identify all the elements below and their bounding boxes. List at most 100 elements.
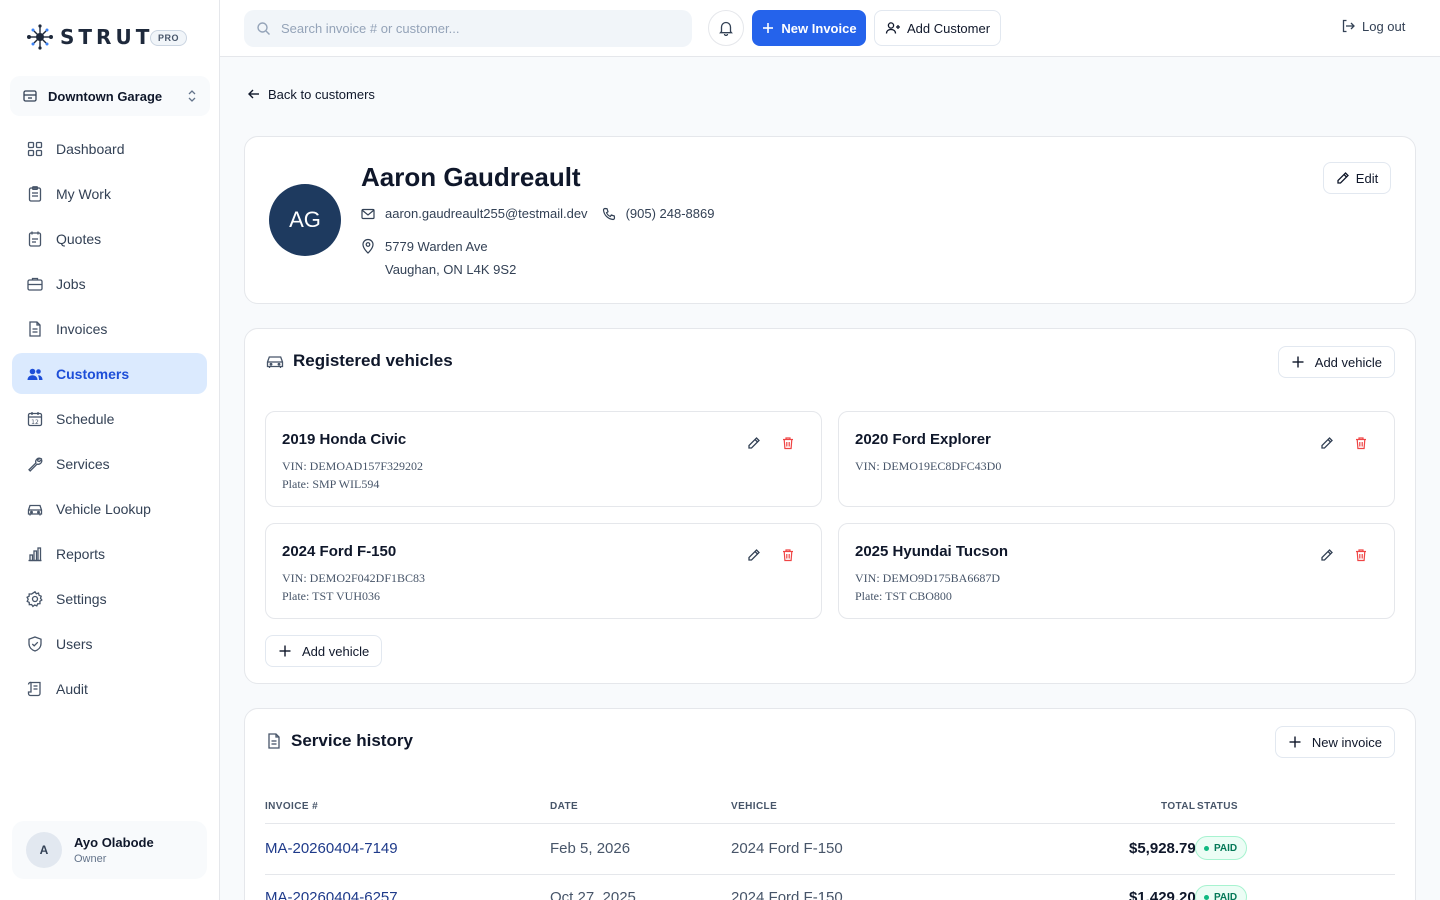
edit-vehicle-icon[interactable] (747, 436, 761, 450)
delete-vehicle-icon[interactable] (1354, 548, 1368, 562)
notifications-button[interactable] (708, 10, 744, 46)
add-customer-button[interactable]: Add Customer (874, 10, 1001, 46)
avatar: A (26, 832, 62, 868)
car-icon (266, 356, 284, 368)
location-switcher[interactable]: Downtown Garage (10, 76, 210, 116)
sidebar-item-users[interactable]: Users (12, 623, 207, 664)
plus-icon (1289, 736, 1301, 748)
edit-label: Edit (1355, 170, 1379, 186)
customer-address: 5779 Warden Ave Vaughan, ON L4K 9S2 (361, 235, 516, 281)
registered-vehicles-card: Registered vehicles Add vehicle 2019 Hon… (244, 328, 1416, 684)
search-icon (257, 22, 270, 35)
logout-button[interactable]: Log out (1340, 18, 1405, 34)
invoice-number-link[interactable]: MA-20260404-6257 (265, 889, 398, 900)
add-vehicle-label: Add vehicle (1314, 354, 1382, 370)
delete-vehicle-icon[interactable] (1354, 436, 1368, 450)
edit-vehicle-icon[interactable] (1320, 548, 1334, 562)
invoice-date: Feb 5, 2026 (550, 840, 631, 857)
sidebar-item-quotes[interactable]: Quotes (12, 218, 207, 259)
vehicle-title: 2019 Honda Civic (282, 431, 407, 448)
sidebar-nav: Dashboard My Work Quotes Jobs Invoices C… (12, 128, 207, 713)
new-invoice-button[interactable]: New Invoice (752, 10, 866, 46)
status-text: PAID (1214, 891, 1238, 900)
sidebar-item-schedule[interactable]: 12 Schedule (12, 398, 207, 439)
vehicle-vin: VIN: DEMO9D175BA6687D (855, 571, 1000, 585)
back-label: Back to customers (268, 86, 375, 102)
address-line-2: Vaughan, ON L4K 9S2 (385, 262, 517, 277)
sidebar-item-reports[interactable]: Reports (12, 533, 207, 574)
customer-profile-card: AG Aaron Gaudreault aaron.gaudreault255@… (244, 136, 1416, 304)
vehicle-title: 2025 Hyundai Tucson (855, 543, 1009, 560)
edit-customer-button[interactable]: Edit (1323, 162, 1391, 194)
column-header-total[interactable]: TOTAL (1161, 801, 1195, 812)
add-vehicle-label: Add vehicle (302, 643, 370, 659)
new-invoice-section-button[interactable]: New invoice (1274, 726, 1395, 758)
sidebar-item-services[interactable]: Services (12, 443, 207, 484)
topbar: New Invoice Add Customer Log out (220, 0, 1440, 57)
sidebar-item-label: Reports (56, 545, 106, 562)
divider (265, 823, 1395, 824)
column-header-status[interactable]: STATUS (1197, 801, 1238, 812)
status-badge: PAID (1195, 836, 1248, 860)
scroll-icon (27, 681, 41, 696)
vehicle-vin: VIN: DEMO2F042DF1BC83 (282, 571, 426, 585)
sidebar-item-label: Customers (56, 365, 130, 382)
sidebar-item-label: Users (56, 635, 93, 652)
plus-icon (279, 645, 291, 657)
search-input[interactable] (281, 21, 661, 36)
sidebar-item-label: My Work (56, 185, 111, 202)
edit-vehicle-icon[interactable] (1320, 436, 1334, 450)
edit-vehicle-icon[interactable] (747, 548, 761, 562)
status-text: PAID (1214, 842, 1238, 854)
invoice-number-link[interactable]: MA-20260404-7149 (265, 840, 398, 857)
dashboard-icon (27, 141, 43, 156)
add-vehicle-button[interactable]: Add vehicle (1277, 346, 1395, 378)
column-header-date[interactable]: DATE (550, 801, 578, 812)
history-title: Service history (291, 731, 413, 750)
back-to-customers-link[interactable]: Back to customers (246, 86, 375, 102)
logout-icon (1342, 19, 1355, 33)
sidebar-item-label: Quotes (56, 230, 102, 247)
vehicle-card[interactable]: 2019 Honda Civic VIN: DEMOAD157F329202 P… (265, 411, 822, 507)
delete-vehicle-icon[interactable] (781, 436, 795, 450)
bar-chart-icon (28, 546, 42, 561)
add-vehicle-bottom-button[interactable]: Add vehicle (265, 635, 383, 667)
invoice-date: Oct 27, 2025 (550, 889, 636, 900)
sidebar-item-audit[interactable]: Audit (12, 668, 207, 709)
column-header-vehicle[interactable]: VEHICLE (731, 801, 777, 812)
vehicle-card[interactable]: 2020 Ford Explorer VIN: DEMO19EC8DFC43D0 (838, 411, 1395, 507)
pencil-icon (1337, 172, 1349, 184)
sidebar-item-dashboard[interactable]: Dashboard (12, 128, 207, 169)
vehicle-card[interactable]: 2025 Hyundai Tucson VIN: DEMO9D175BA6687… (838, 523, 1395, 619)
search-box (244, 10, 692, 47)
user-profile[interactable]: A Ayo Olabode Owner (12, 821, 207, 879)
vehicles-title: Registered vehicles (293, 351, 453, 370)
invoice-total: $1,429.20 (1129, 889, 1196, 900)
sidebar-item-vehicle-lookup[interactable]: Vehicle Lookup (12, 488, 207, 529)
service-history-card: Service history New invoice INVOICE # DA… (244, 708, 1416, 900)
pro-badge: PRO (150, 30, 188, 46)
section-heading: Registered vehicles (265, 351, 453, 371)
vehicle-vin: VIN: DEMOAD157F329202 (282, 459, 423, 473)
vehicle-card[interactable]: 2024 Ford F-150 VIN: DEMO2F042DF1BC83 Pl… (265, 523, 822, 619)
sidebar-item-customers[interactable]: Customers (12, 353, 207, 394)
logo[interactable]: STRUT (26, 24, 153, 50)
address-line-1: 5779 Warden Ave (385, 239, 488, 254)
sidebar-item-jobs[interactable]: Jobs (12, 263, 207, 304)
sidebar-item-invoices[interactable]: Invoices (12, 308, 207, 349)
add-customer-label: Add Customer (906, 20, 991, 36)
sidebar-item-label: Vehicle Lookup (56, 500, 151, 517)
vehicle-vin: VIN: DEMO19EC8DFC43D0 (855, 459, 1002, 473)
svg-text:12: 12 (31, 419, 39, 426)
sidebar-item-label: Invoices (56, 320, 108, 337)
quote-icon (28, 231, 42, 247)
map-pin-icon (362, 238, 374, 254)
calendar-icon: 12 (27, 411, 43, 426)
sidebar-item-label: Settings (56, 590, 107, 607)
customer-phone[interactable]: (905) 248-8869 (626, 206, 715, 221)
column-header-invoice[interactable]: INVOICE # (265, 801, 318, 812)
customer-email[interactable]: aaron.gaudreault255@testmail.dev (385, 206, 588, 221)
delete-vehicle-icon[interactable] (781, 548, 795, 562)
sidebar-item-my-work[interactable]: My Work (12, 173, 207, 214)
sidebar-item-settings[interactable]: Settings (12, 578, 207, 619)
